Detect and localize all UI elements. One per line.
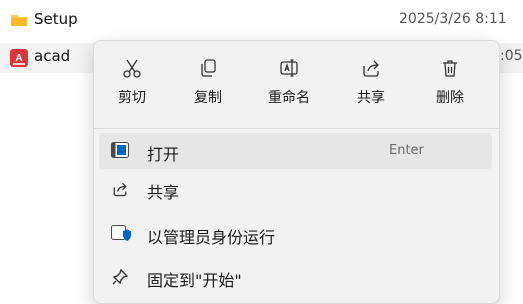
menu-item-label: 共享	[147, 183, 180, 202]
quick-actions-bar: 剪切 复制 重命名 共享 删除	[94, 55, 499, 119]
menu-item-label: 固定到"开始"	[147, 271, 242, 290]
rename-label: 重命名	[268, 90, 310, 106]
menu-item-run-as-admin[interactable]: 以管理员身份运行	[99, 216, 492, 252]
delete-icon	[443, 60, 457, 77]
menu-item-open[interactable]: 打开 Enter	[99, 133, 492, 169]
menu-item-accelerator: Enter	[389, 143, 424, 158]
menu-item-pin-to-start[interactable]: 固定到"开始"	[99, 259, 492, 295]
cut-button[interactable]: 剪切	[100, 55, 164, 119]
file-date: 2025/3/26 8:11	[399, 11, 507, 27]
copy-button[interactable]: 复制	[176, 55, 240, 119]
copy-icon	[201, 59, 216, 77]
cut-icon	[123, 59, 141, 78]
rename-button[interactable]: 重命名	[257, 55, 321, 119]
open-icon	[111, 142, 129, 162]
menu-divider	[94, 128, 499, 129]
rename-icon	[280, 59, 298, 77]
share-icon	[363, 60, 379, 77]
file-date: :05	[500, 48, 523, 64]
file-name: Setup	[34, 10, 78, 28]
delete-button[interactable]: 删除	[418, 55, 482, 119]
file-row-setup[interactable]: Setup 2025/3/26 8:11	[0, 6, 523, 36]
delete-label: 删除	[436, 90, 464, 106]
share-icon	[111, 180, 129, 202]
pin-icon	[111, 268, 129, 290]
copy-label: 复制	[194, 90, 222, 106]
menu-item-label: 打开	[147, 145, 180, 164]
svg-text:A: A	[15, 53, 22, 64]
cut-label: 剪切	[118, 90, 146, 106]
share-button[interactable]: 共享	[339, 55, 403, 119]
menu-item-label: 以管理员身份运行	[147, 228, 276, 247]
autocad-app-icon: A	[10, 49, 28, 71]
admin-shield-icon	[111, 225, 131, 247]
file-name: acad	[34, 47, 71, 65]
menu-item-share[interactable]: 共享	[99, 171, 492, 207]
share-label: 共享	[357, 90, 385, 106]
folder-icon	[10, 12, 28, 32]
context-menu: 剪切 复制 重命名 共享 删除 打开 Enter 共享 以管理员身份运行 固定到…	[93, 40, 500, 304]
